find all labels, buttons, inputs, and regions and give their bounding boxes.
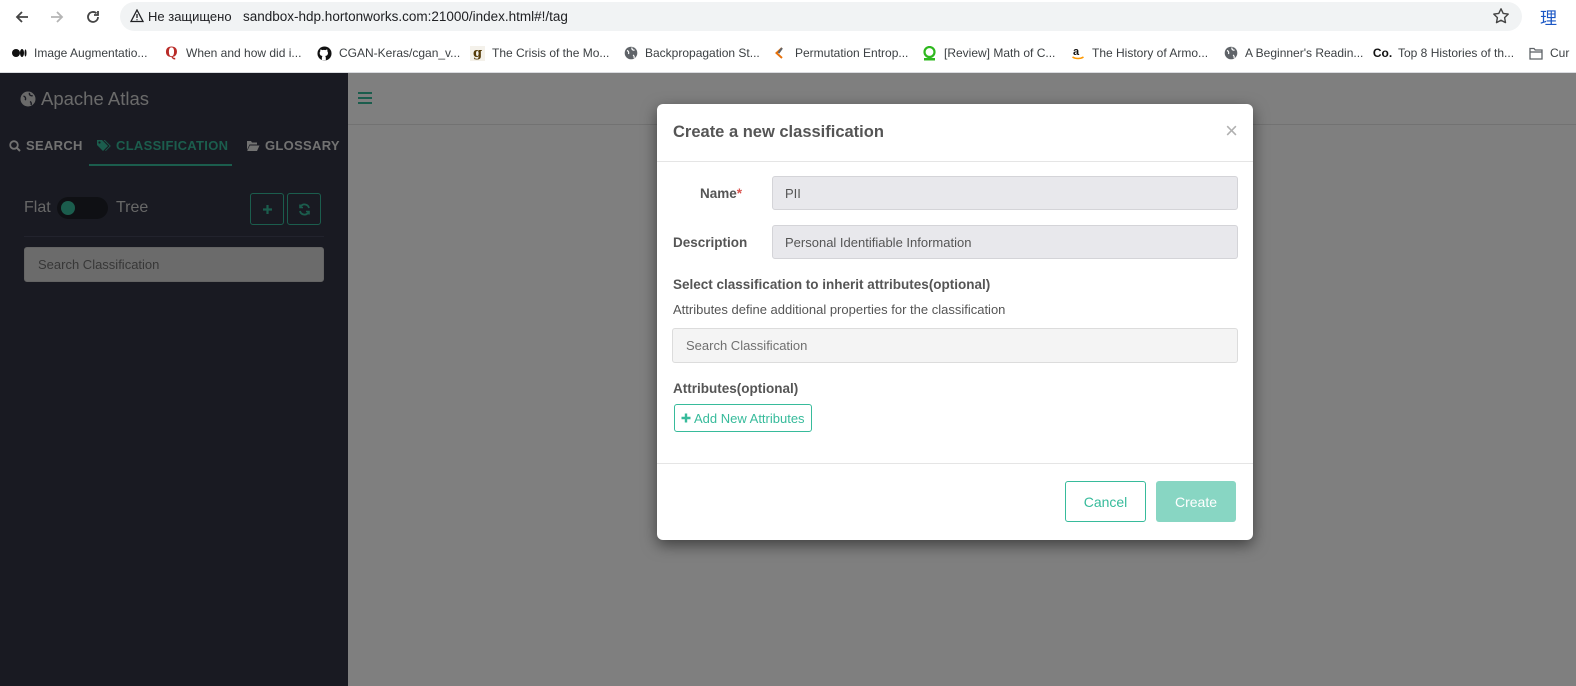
security-status[interactable]: Не защищено bbox=[148, 9, 232, 24]
star-icon[interactable] bbox=[1492, 7, 1510, 25]
reload-button[interactable] bbox=[82, 6, 104, 28]
attributes-section-title: Attributes(optional) bbox=[673, 381, 799, 396]
bookmark-label: A Beginner's Readin... bbox=[1245, 46, 1364, 60]
extension-icon[interactable]: 理 bbox=[1540, 4, 1557, 29]
medium-icon bbox=[12, 46, 27, 61]
github-icon bbox=[317, 45, 332, 61]
bookmark-item[interactable]: Image Augmentatio... bbox=[12, 45, 147, 61]
add-new-attributes-button[interactable]: Add New Attributes bbox=[674, 404, 812, 432]
svg-text:a: a bbox=[1073, 46, 1080, 58]
bookmark-item[interactable]: Backpropagation St... bbox=[623, 45, 760, 61]
url-text[interactable]: sandbox-hdp.hortonworks.com:21000/index.… bbox=[243, 9, 568, 24]
add-attributes-label: Add New Attributes bbox=[694, 410, 805, 426]
bookmark-label: The History of Armo... bbox=[1092, 46, 1209, 60]
bookmark-label: CGAN-Keras/cgan_v... bbox=[339, 46, 461, 60]
description-input[interactable] bbox=[772, 225, 1238, 259]
create-button[interactable]: Create bbox=[1156, 481, 1236, 522]
bookmark-item[interactable]: Q When and how did i... bbox=[164, 45, 301, 61]
arrow-right-icon bbox=[51, 11, 64, 23]
bookmark-label: Image Augmentatio... bbox=[34, 46, 148, 60]
plus-icon bbox=[681, 413, 691, 423]
bookmark-icon bbox=[922, 45, 937, 61]
bookmark-label: Top 8 Histories of th... bbox=[1398, 46, 1515, 60]
close-button[interactable]: × bbox=[1225, 120, 1238, 142]
goodreads-icon: g bbox=[470, 45, 485, 61]
quora-icon: Q bbox=[165, 45, 178, 61]
inherit-help-text: Attributes define additional properties … bbox=[673, 302, 1006, 317]
warning-icon bbox=[130, 9, 144, 23]
bookmarks-bar: Image Augmentatio... Q When and how did … bbox=[0, 33, 1576, 73]
arrow-left-icon bbox=[15, 11, 28, 23]
bookmark-label: Backpropagation St... bbox=[645, 46, 760, 60]
globe-icon bbox=[623, 46, 638, 61]
bookmark-label: When and how did i... bbox=[186, 46, 302, 60]
name-label: Name* bbox=[700, 186, 743, 201]
modal-header-divider bbox=[657, 161, 1253, 162]
bookmark-label: Permutation Entrop... bbox=[795, 46, 909, 60]
inherit-classification-search[interactable] bbox=[672, 328, 1238, 363]
modal-title: Create a new classification bbox=[673, 123, 884, 141]
modal-footer-divider bbox=[657, 463, 1253, 464]
cancel-button[interactable]: Cancel bbox=[1065, 481, 1146, 522]
bookmark-item[interactable]: [Review] Math of C... bbox=[922, 45, 1055, 61]
bookmark-item[interactable]: CGAN-Keras/cgan_v... bbox=[317, 45, 460, 61]
bookmark-item[interactable]: g The Crisis of the Mo... bbox=[470, 45, 609, 61]
address-bar[interactable]: Не защищено sandbox-hdp.hortonworks.com:… bbox=[120, 2, 1522, 31]
required-mark: * bbox=[736, 186, 743, 201]
atlas-app: Apache Atlas SEARCH CLASSIFICATION GLOSS… bbox=[0, 73, 1576, 686]
globe-icon bbox=[1223, 46, 1238, 61]
description-label: Description bbox=[673, 235, 748, 250]
back-button[interactable] bbox=[11, 6, 33, 28]
bookmark-label: Cur bbox=[1550, 46, 1570, 60]
amazon-icon: a bbox=[1070, 46, 1085, 61]
bookmark-item[interactable]: a The History of Armo... bbox=[1070, 45, 1208, 61]
bookmark-item[interactable]: A Beginner's Readin... bbox=[1223, 45, 1363, 61]
create-classification-dialog: Create a new classification × Name* Desc… bbox=[657, 104, 1253, 540]
reload-icon bbox=[87, 11, 99, 23]
co-icon: Co. bbox=[1372, 46, 1393, 60]
bookmark-label: [Review] Math of C... bbox=[944, 46, 1056, 60]
code-icon bbox=[773, 46, 788, 61]
forward-button[interactable] bbox=[46, 6, 68, 28]
bookmark-item[interactable]: Co. Top 8 Histories of th... bbox=[1372, 45, 1515, 61]
name-input[interactable] bbox=[772, 176, 1238, 210]
bookmark-item[interactable]: Cur bbox=[1528, 45, 1569, 61]
inherit-section-title: Select classification to inherit attribu… bbox=[673, 277, 991, 292]
bookmark-label: The Crisis of the Mo... bbox=[492, 46, 610, 60]
browser-toolbar: Не защищено sandbox-hdp.hortonworks.com:… bbox=[0, 0, 1576, 33]
bookmark-item[interactable]: Permutation Entrop... bbox=[773, 45, 908, 61]
folder-icon bbox=[1528, 46, 1543, 61]
